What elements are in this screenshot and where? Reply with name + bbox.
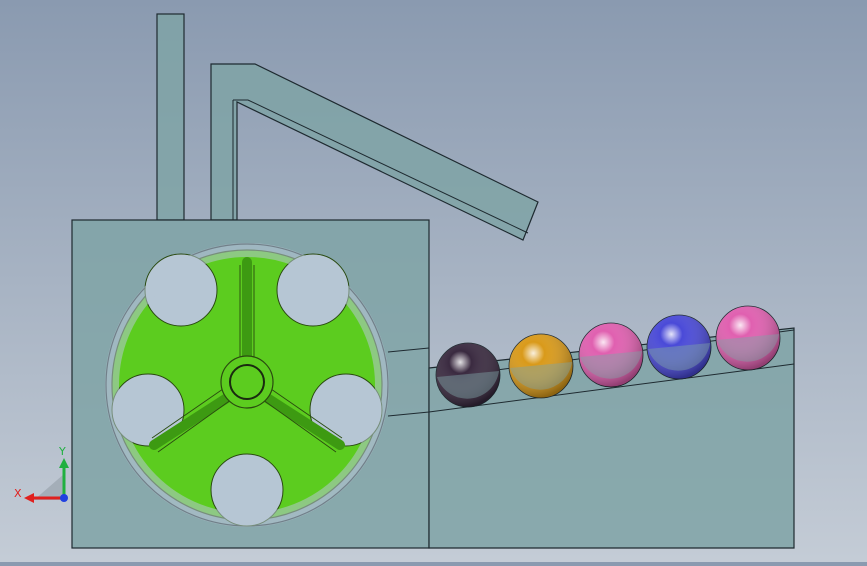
black-ball xyxy=(435,342,501,408)
cad-drawing: Y X xyxy=(14,13,795,549)
blue-ball xyxy=(646,314,712,380)
vertical-feed-tube xyxy=(156,13,185,221)
axis-y-label: Y xyxy=(58,445,66,458)
cad-viewport[interactable]: Y X xyxy=(0,0,867,562)
pink-ball xyxy=(578,322,644,388)
axis-triad: Y X xyxy=(14,445,69,503)
orange-ball xyxy=(508,333,574,399)
indexing-wheel xyxy=(105,243,389,527)
axis-x-label: X xyxy=(14,487,22,500)
pink-ball xyxy=(715,305,781,371)
angled-chute xyxy=(210,63,539,241)
